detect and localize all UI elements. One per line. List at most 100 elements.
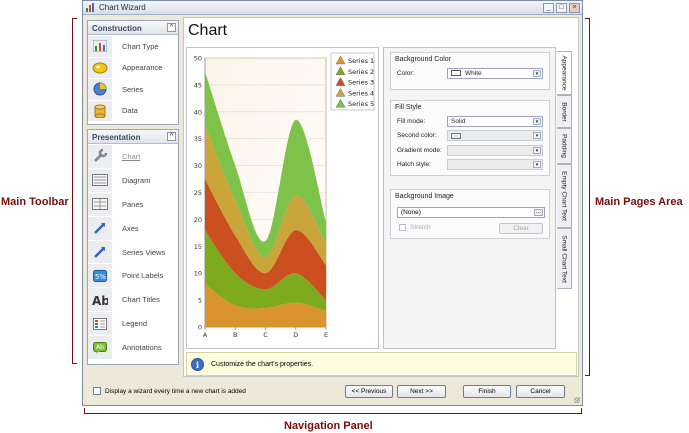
main-pages-area: Chart 0 5 10 15 20 25 30 35 40 45 50 A B C D E Series … — [183, 17, 579, 377]
display-wizard-checkbox[interactable] — [93, 387, 101, 395]
stretch-checkbox[interactable] — [399, 224, 406, 231]
tab-empty-chart-text[interactable]: Empty Chart Text — [557, 164, 572, 228]
nav-item-point-labels[interactable]: 5% Point Labels — [88, 263, 178, 288]
nav-label: Series — [122, 84, 144, 94]
tab-appearance[interactable]: Appearance — [557, 51, 572, 95]
appearance-icon — [92, 62, 108, 74]
construction-collapse-button[interactable]: ^ — [167, 23, 176, 32]
nav-label: Chart — [122, 151, 141, 161]
wrench-icon — [94, 149, 108, 163]
clear-button[interactable]: Clear — [499, 223, 543, 234]
y-tick-label: 35 — [194, 135, 202, 143]
series-icon — [93, 82, 107, 96]
tab-padding[interactable]: Padding — [557, 128, 572, 164]
stretch-label: Stretch — [410, 224, 431, 231]
display-wizard-option[interactable]: Display a wizard every time a new chart … — [93, 387, 246, 395]
nav-label: Appearance — [122, 63, 163, 73]
legend-label: Series 4 — [348, 89, 374, 97]
nav-label: Axes — [122, 223, 139, 233]
close-button[interactable]: × — [569, 2, 580, 13]
minimize-button[interactable]: _ — [543, 2, 554, 13]
color-combo[interactable]: White ▾ — [447, 67, 543, 79]
chart-preview: 0 5 10 15 20 25 30 35 40 45 50 A B C D E Series 1 Serie… — [186, 47, 379, 349]
maximize-button[interactable]: □ — [556, 2, 567, 13]
finish-button[interactable]: Finish — [463, 385, 511, 398]
svg-text:Ab: Ab — [92, 294, 108, 306]
nav-label: Chart Titles — [122, 295, 160, 305]
chevron-down-icon: ▾ — [533, 161, 541, 169]
gradient-mode-combo[interactable]: ▾ — [447, 144, 543, 156]
nav-label: Legend — [122, 319, 148, 329]
group-title: Background Color — [395, 56, 452, 63]
chevron-down-icon[interactable]: ▾ — [533, 117, 541, 125]
legend-icon — [93, 317, 107, 330]
second-color-swatch — [451, 132, 461, 139]
nav-label: Chart Type — [122, 41, 159, 51]
nav-item-annotations[interactable]: Ab Annotations — [88, 335, 178, 360]
presentation-collapse-button[interactable]: ^ — [167, 132, 176, 141]
cancel-button[interactable]: Cancel — [516, 385, 565, 398]
properties-panel: Background Color Color: White ▾ Fill Sty… — [383, 47, 556, 349]
svg-text:Ab: Ab — [96, 344, 104, 351]
tab-border[interactable]: Border — [557, 95, 572, 128]
nav-label: Data — [122, 106, 138, 116]
nav-item-diagram[interactable]: Diagram — [88, 167, 178, 192]
second-color-label: Second color: — [397, 132, 437, 140]
construction-header: Construction ^ — [88, 21, 178, 35]
presentation-title: Presentation — [92, 133, 141, 142]
nav-item-panes[interactable]: Panes — [88, 191, 178, 216]
presentation-header: Presentation ^ — [88, 130, 178, 144]
y-tick-label: 5 — [198, 297, 202, 305]
diagram-icon — [92, 174, 108, 187]
navigation-panel: Display a wizard every time a new chart … — [83, 380, 582, 405]
main-pages-bracket — [585, 18, 590, 376]
chart-titles-icon: Ab — [92, 294, 108, 306]
x-tick-label: C — [263, 331, 268, 339]
point-labels-icon: 5% — [93, 269, 107, 282]
legend-label: Series 1 — [348, 57, 374, 65]
nav-item-appearance[interactable]: Appearance — [88, 56, 178, 78]
background-image-field[interactable]: (None) ... — [397, 207, 545, 218]
previous-button[interactable]: << Previous — [345, 385, 393, 398]
y-tick-label: 30 — [194, 162, 202, 170]
chevron-down-icon: ▾ — [533, 132, 541, 140]
y-tick-label: 10 — [194, 270, 202, 278]
construction-title: Construction — [92, 24, 142, 33]
axes-icon — [94, 223, 105, 234]
chart-wizard-window: Chart Wizard _ □ × Construction ^ Chart … — [82, 0, 583, 406]
nav-item-axes[interactable]: Axes — [88, 215, 178, 240]
legend-label: Series 3 — [348, 79, 374, 87]
x-tick-label: E — [324, 331, 328, 339]
nav-label: Annotations — [122, 343, 162, 353]
nav-item-series-views[interactable]: Series Views — [88, 239, 178, 264]
y-tick-label: 45 — [194, 81, 202, 89]
data-icon — [94, 104, 106, 118]
hatch-style-combo[interactable]: ▾ — [447, 159, 543, 171]
main-toolbar-annotation: Main Toolbar — [1, 196, 69, 208]
next-button[interactable]: Next >> — [397, 385, 446, 398]
nav-item-chart[interactable]: Chart — [88, 144, 178, 168]
nav-item-chart-type[interactable]: Chart Type — [88, 35, 178, 57]
chevron-down-icon: ▾ — [533, 146, 541, 154]
app-chart-icon — [86, 3, 96, 12]
nav-item-legend[interactable]: Legend — [88, 311, 178, 336]
nav-item-data[interactable]: Data — [88, 99, 178, 121]
group-title: Background Image — [395, 193, 454, 200]
color-swatch — [451, 70, 461, 77]
x-tick-label: A — [203, 331, 208, 339]
nav-item-chart-titles[interactable]: Ab Chart Titles — [88, 287, 178, 312]
nav-item-series[interactable]: Series — [88, 78, 178, 100]
browse-button[interactable]: ... — [534, 209, 543, 216]
background-image-group: Background Image (None) ... Stretch Clea… — [390, 189, 550, 239]
fill-mode-combo[interactable]: Solid ▾ — [447, 115, 543, 127]
stretch-option[interactable]: Stretch — [399, 224, 431, 231]
legend-label: Series 2 — [348, 68, 374, 76]
resize-grip[interactable] — [574, 397, 580, 403]
nav-label: Point Labels — [122, 271, 164, 281]
tab-small-chart-text[interactable]: Small Chart Text — [557, 228, 572, 289]
nav-label: Panes — [122, 199, 144, 209]
second-color-combo[interactable]: ▾ — [447, 130, 543, 142]
fill-style-group: Fill Style Fill mode: Solid ▾ Second col… — [390, 100, 550, 176]
color-value: White — [465, 69, 482, 77]
chevron-down-icon[interactable]: ▾ — [533, 69, 541, 77]
